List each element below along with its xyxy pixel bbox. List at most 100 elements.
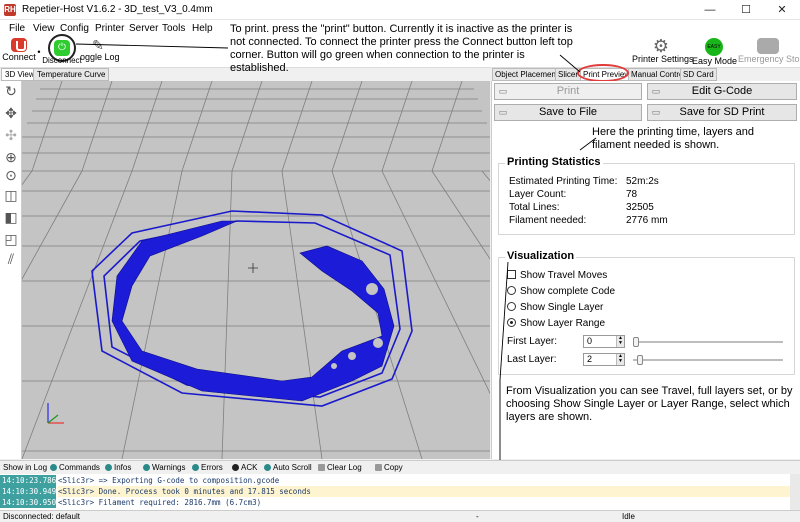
show-travel-label: Show Travel Moves: [520, 270, 608, 281]
stat-label: Total Lines:: [509, 202, 560, 213]
filter-label: Infos: [114, 463, 132, 472]
stat-label: Estimated Printing Time:: [509, 176, 618, 187]
show-single-radio[interactable]: Show Single Layer: [507, 302, 603, 313]
last-layer-spinner[interactable]: 2 ▲ ▼: [583, 353, 625, 366]
log-scrollbar[interactable]: [790, 474, 800, 510]
first-layer-slider[interactable]: [633, 337, 783, 347]
clear-icon: [318, 464, 325, 471]
menu-file[interactable]: File: [9, 23, 25, 34]
filter-commands[interactable]: Commands: [50, 463, 100, 472]
stat-value: 2776 mm: [626, 215, 668, 226]
move-icon[interactable]: ✥: [3, 105, 19, 121]
plug-icon: [11, 38, 27, 52]
menu-view[interactable]: View: [33, 23, 55, 34]
stat-value: 52m:2s: [626, 176, 659, 187]
rotate-icon[interactable]: ↻: [3, 83, 19, 99]
parallel-view-icon[interactable]: ⫽: [3, 251, 19, 267]
annotation-visualization-help: From Visualization you can see Travel, f…: [506, 385, 793, 423]
log-message: <Slic3r> => Exporting G-code to composit…: [58, 476, 280, 485]
zoom-in-icon[interactable]: ⊕: [3, 149, 19, 165]
move-object-icon[interactable]: ✣: [3, 127, 19, 143]
close-icon[interactable]: ✕: [764, 0, 800, 20]
print-button[interactable]: ▭ Print: [494, 83, 642, 100]
log-row: 14:10:30.950 <Slic3r> Filament required:…: [0, 497, 790, 508]
first-layer-spinner[interactable]: 0 ▲ ▼: [583, 335, 625, 348]
first-layer-label: First Layer:: [507, 336, 558, 347]
maximize-icon[interactable]: ☐: [728, 0, 764, 20]
checkbox-icon: [507, 270, 516, 279]
printing-statistics: Printing Statistics Estimated Printing T…: [498, 156, 795, 235]
save-to-file-button[interactable]: ▭ Save to File: [494, 104, 642, 121]
slider-handle[interactable]: [637, 355, 644, 365]
clear-log-button[interactable]: Clear Log: [318, 463, 362, 472]
3d-scene: [22, 81, 490, 459]
show-range-radio[interactable]: Show Layer Range: [507, 318, 605, 329]
printer-settings-button[interactable]: ⚙ Printer Settings: [632, 37, 694, 64]
show-complete-radio[interactable]: Show complete Code: [507, 286, 615, 297]
down-icon[interactable]: ▼: [618, 340, 623, 346]
slider-handle[interactable]: [633, 337, 639, 347]
toggle-log-button[interactable]: ✎ oggle Log: [80, 38, 120, 62]
easy-mode-button[interactable]: EASY Easy Mode: [692, 38, 737, 66]
toggle-icon: [143, 464, 150, 471]
log-message: <Slic3r> Filament required: 2816.7mm (6.…: [58, 498, 262, 507]
emergency-stop-button[interactable]: Emergency Stop: [738, 38, 800, 64]
last-layer-slider[interactable]: [633, 355, 783, 365]
menu-printer[interactable]: Printer: [95, 23, 124, 34]
spinner-arrows[interactable]: ▲ ▼: [616, 354, 624, 365]
spinner-arrows[interactable]: ▲ ▼: [616, 336, 624, 347]
filter-label: Errors: [201, 463, 223, 472]
tab-temperature-curve[interactable]: Temperature Curve: [33, 68, 110, 81]
show-complete-label: Show complete Code: [520, 286, 616, 297]
show-single-label: Show Single Layer: [520, 302, 604, 313]
stat-value: 78: [626, 189, 638, 200]
filter-warnings[interactable]: Warnings: [143, 463, 186, 472]
save-for-sd-label: Save for SD Print: [679, 106, 765, 118]
radio-icon: [507, 302, 516, 311]
tab-sd-card[interactable]: SD Card: [680, 68, 717, 81]
minimize-icon[interactable]: —: [692, 0, 728, 20]
filter-infos[interactable]: Infos: [105, 463, 131, 472]
title-bar: RH Repetier-Host V1.6.2 - 3D_test_V3_0.4…: [0, 0, 800, 20]
connect-label: Connect: [2, 52, 36, 62]
stat-value: 32505: [626, 202, 654, 213]
zoom-fit-icon[interactable]: ⊙: [3, 167, 19, 183]
show-in-log-label: Show in Log: [3, 463, 48, 472]
show-travel-checkbox[interactable]: Show Travel Moves: [507, 270, 607, 281]
disconnect-button[interactable]: ⏻ Disconnect: [42, 34, 82, 65]
last-layer-label: Last Layer:: [507, 354, 557, 365]
toggle-icon: [105, 464, 112, 471]
toggle-icon: [50, 464, 57, 471]
edit-gcode-button[interactable]: ▭ Edit G-Code: [647, 83, 797, 100]
filter-errors[interactable]: Errors: [192, 463, 223, 472]
copy-icon: [375, 464, 382, 471]
copy-button[interactable]: Copy: [375, 463, 403, 472]
menu-help[interactable]: Help: [192, 23, 213, 34]
visualization-group: Visualization Show Travel Moves Show com…: [498, 250, 795, 375]
log-time: 14:10:23.786: [0, 475, 57, 486]
front-view-icon[interactable]: ◧: [3, 209, 19, 225]
filter-label: Warnings: [152, 463, 186, 472]
menu-server[interactable]: Server: [129, 23, 158, 34]
log-panel[interactable]: 14:10:23.786 <Slic3r> => Exporting G-cod…: [0, 474, 800, 510]
log-time: 14:10:30.950: [0, 497, 57, 508]
save-for-sd-button[interactable]: ▭ Save for SD Print: [647, 104, 797, 121]
connect-button[interactable]: Connect: [2, 38, 36, 62]
iso-view-icon[interactable]: ◫: [3, 187, 19, 203]
log-row: 14:10:30.949 <Slic3r> Done. Process took…: [0, 486, 792, 497]
3d-viewport[interactable]: [22, 81, 490, 459]
last-layer-value: 2: [587, 354, 593, 364]
floppy-icon: ▭: [498, 107, 508, 117]
menu-tools[interactable]: Tools: [162, 23, 185, 34]
filter-ack[interactable]: ACK: [232, 463, 257, 472]
down-icon[interactable]: ▼: [618, 358, 623, 364]
toggle-icon: [264, 464, 271, 471]
top-view-icon[interactable]: ◰: [3, 231, 19, 247]
annotation-print-help: To print. press the "print" button. Curr…: [230, 23, 573, 74]
print-label: Print: [556, 85, 580, 97]
tab-print-preview[interactable]: Print Preview: [580, 68, 634, 81]
stat-label: Layer Count:: [509, 189, 567, 200]
menu-config[interactable]: Config: [60, 23, 89, 34]
auto-scroll-toggle[interactable]: Auto Scroll: [264, 463, 312, 472]
first-layer-value: 0: [587, 336, 593, 346]
